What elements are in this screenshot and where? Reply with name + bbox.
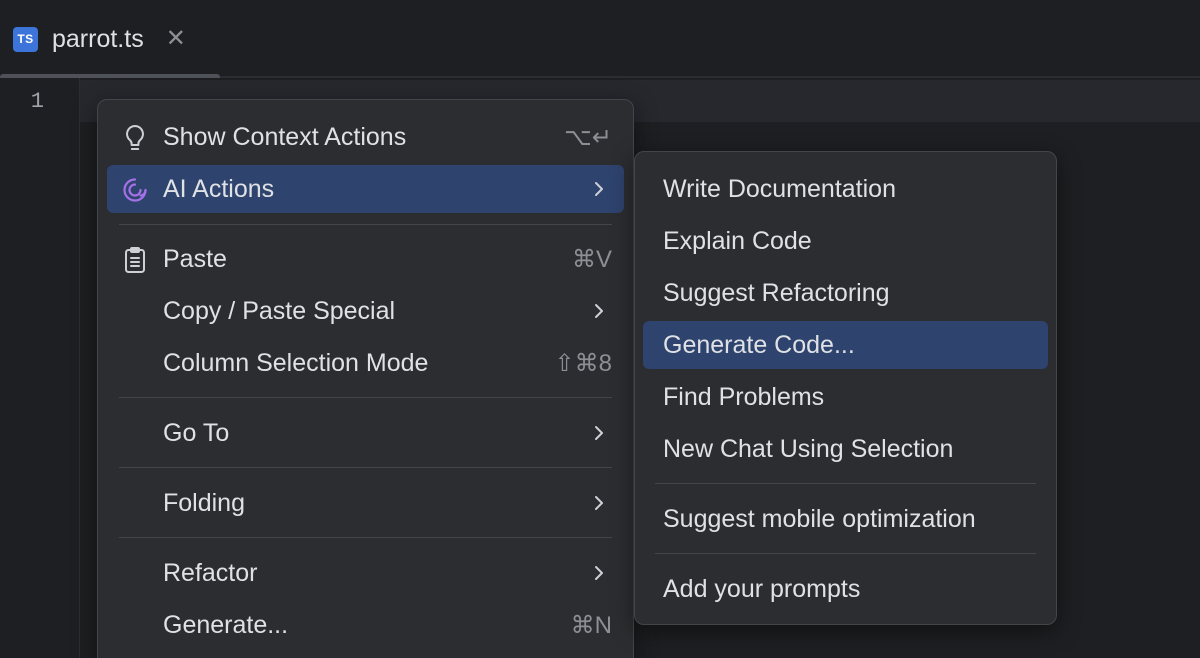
menu-separator [119, 537, 612, 538]
menu-separator [655, 483, 1036, 484]
menu-item-shortcut: ⌥↵ [564, 123, 612, 151]
line-number-gutter [0, 78, 80, 658]
editor-context-menu: Show Context Actions ⌥↵ AI Actions Paste… [97, 99, 634, 658]
chevron-right-icon [595, 496, 603, 510]
close-icon[interactable]: ✕ [166, 27, 186, 51]
menu-item-label: Column Selection Mode [163, 348, 429, 377]
menu-item-label: Refactor [163, 558, 258, 587]
menu-item-label: Explain Code [663, 226, 812, 255]
submenu-item-new-chat-using-selection[interactable]: New Chat Using Selection [643, 425, 1048, 473]
menu-item-show-context-actions[interactable]: Show Context Actions ⌥↵ [107, 113, 624, 161]
menu-item-label: Write Documentation [663, 174, 896, 203]
editor-tab-bar: TS parrot.ts ✕ [0, 0, 1200, 80]
menu-item-label: New Chat Using Selection [663, 434, 954, 463]
menu-item-label: Folding [163, 488, 245, 517]
menu-item-label: Suggest mobile optimization [663, 504, 976, 533]
menu-separator [119, 224, 612, 225]
menu-item-label: Paste [163, 244, 227, 273]
menu-item-generate[interactable]: Generate... ⌘N [107, 601, 624, 649]
menu-item-label: Show Context Actions [163, 122, 407, 151]
menu-item-ai-actions[interactable]: AI Actions [107, 165, 624, 213]
submenu-item-suggest-refactoring[interactable]: Suggest Refactoring [643, 269, 1048, 317]
ai-actions-submenu: Write Documentation Explain Code Suggest… [634, 151, 1057, 625]
tab-parrot-ts[interactable]: TS parrot.ts ✕ [0, 0, 220, 80]
menu-item-label: Add your prompts [663, 574, 861, 603]
menu-item-refactor[interactable]: Refactor [107, 549, 624, 597]
ide-window: TS parrot.ts ✕ 1 Show Context Actions ⌥↵ [0, 0, 1200, 658]
menu-item-label: AI Actions [163, 174, 275, 203]
submenu-item-write-documentation[interactable]: Write Documentation [643, 165, 1048, 213]
menu-item-column-selection-mode[interactable]: Column Selection Mode ⇧⌘8 [107, 339, 624, 387]
menu-item-go-to[interactable]: Go To [107, 409, 624, 457]
menu-separator [119, 397, 612, 398]
menu-item-label: Generate... [163, 610, 289, 639]
menu-item-label: Suggest Refactoring [663, 278, 890, 307]
menu-item-shortcut: ⌘V [571, 245, 612, 273]
menu-item-shortcut: ⌘N [570, 611, 612, 639]
menu-item-folding[interactable]: Folding [107, 479, 624, 527]
line-number: 1 [30, 88, 44, 114]
submenu-item-suggest-mobile-optimization[interactable]: Suggest mobile optimization [643, 495, 1048, 543]
chevron-right-icon [595, 566, 603, 580]
submenu-item-find-problems[interactable]: Find Problems [643, 373, 1048, 421]
ai-assistant-icon [121, 176, 149, 204]
menu-item-label: Copy / Paste Special [163, 296, 396, 325]
submenu-item-add-your-prompts[interactable]: Add your prompts [643, 565, 1048, 613]
menu-item-shortcut: ⇧⌘8 [554, 349, 612, 377]
typescript-file-icon: TS [13, 26, 38, 52]
menu-item-paste[interactable]: Paste ⌘V [107, 235, 624, 283]
submenu-item-explain-code[interactable]: Explain Code [643, 217, 1048, 265]
menu-item-copy-paste-special[interactable]: Copy / Paste Special [107, 287, 624, 335]
chevron-right-icon [595, 426, 603, 440]
lightbulb-icon [121, 124, 149, 152]
menu-separator [655, 553, 1036, 554]
clipboard-icon [121, 246, 149, 274]
menu-item-label: Find Problems [663, 382, 825, 411]
tab-title: parrot.ts [52, 24, 144, 53]
menu-item-label: Generate Code... [663, 330, 855, 359]
chevron-right-icon [595, 304, 603, 318]
submenu-item-generate-code[interactable]: Generate Code... [643, 321, 1048, 369]
menu-item-label: Go To [163, 418, 230, 447]
chevron-right-icon [595, 182, 603, 196]
menu-separator [119, 467, 612, 468]
